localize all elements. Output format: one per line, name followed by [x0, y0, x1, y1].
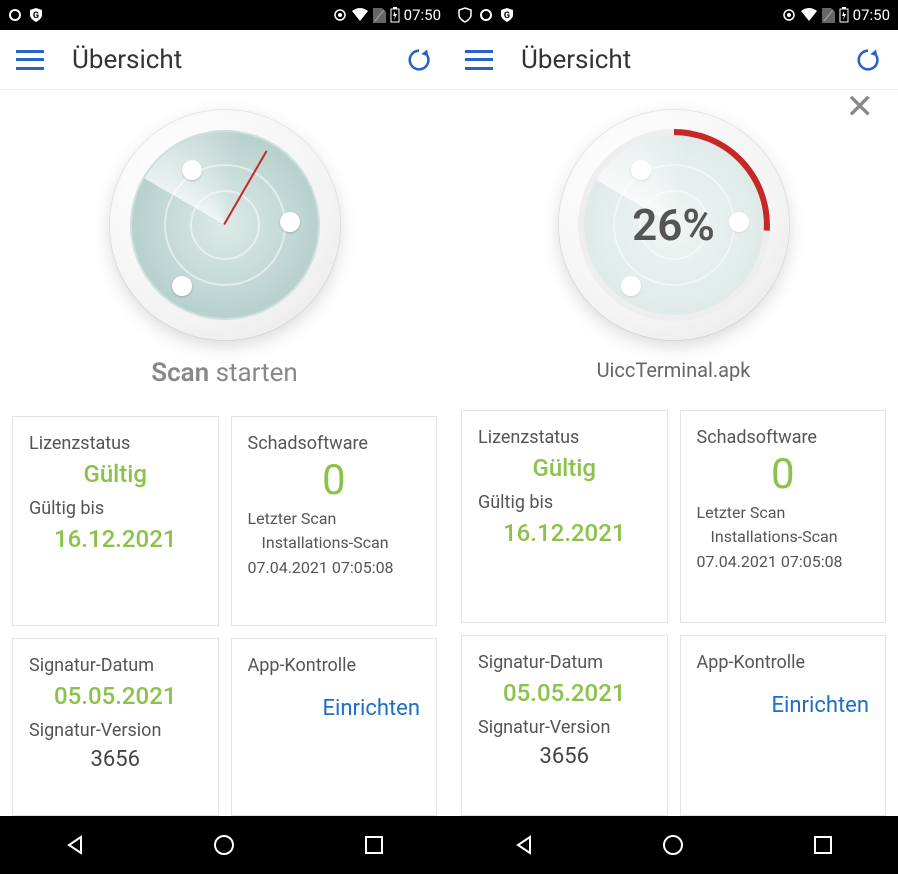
battery-icon	[839, 7, 849, 23]
refresh-button[interactable]	[854, 46, 882, 74]
circle-icon	[479, 8, 493, 22]
tile-signature[interactable]: Signatur-Datum 05.05.2021 Signatur-Versi…	[12, 638, 219, 816]
status-time: 07:50	[404, 6, 441, 24]
home-button[interactable]	[212, 833, 236, 857]
signature-version: 3656	[478, 744, 651, 769]
page-title: Übersicht	[521, 45, 854, 75]
license-status: Gültig	[478, 454, 651, 482]
app-header: Übersicht	[0, 30, 449, 90]
recent-button[interactable]	[811, 833, 835, 857]
svg-text:G: G	[33, 11, 39, 21]
status-left-icons: G	[8, 7, 44, 23]
page-title: Übersicht	[72, 45, 405, 75]
tile-label: Signatur-Version	[478, 717, 651, 738]
signature-date: 05.05.2021	[478, 679, 651, 707]
scan-progress-indicator: 26%	[559, 110, 789, 340]
recent-button[interactable]	[362, 833, 386, 857]
scan-start-button[interactable]	[110, 110, 340, 340]
scan-caption: Scan starten	[0, 358, 449, 388]
last-scan-type: Installations-Scan	[697, 526, 870, 548]
battery-icon	[390, 7, 400, 23]
scan-current-file: UiccTerminal.apk	[449, 358, 898, 382]
back-button[interactable]	[512, 833, 536, 857]
last-scan-type: Installations-Scan	[248, 532, 421, 554]
shield-outline-icon	[457, 7, 473, 23]
tile-license[interactable]: Lizenzstatus Gültig Gültig bis 16.12.202…	[12, 416, 219, 626]
tile-label: App-Kontrolle	[697, 652, 870, 673]
shield-icon: G	[499, 7, 515, 23]
tile-signature[interactable]: Signatur-Datum 05.05.2021 Signatur-Versi…	[461, 635, 668, 816]
tile-license[interactable]: Lizenzstatus Gültig Gültig bis 16.12.202…	[461, 410, 668, 623]
license-until: 16.12.2021	[478, 519, 651, 547]
tiles-grid: Lizenzstatus Gültig Gültig bis 16.12.202…	[449, 400, 898, 816]
target-icon	[333, 8, 347, 22]
tile-label: Signatur-Datum	[478, 652, 651, 673]
status-time: 07:50	[853, 6, 890, 24]
sim-icon	[822, 8, 835, 23]
tile-label: Lizenzstatus	[29, 433, 202, 454]
circle-icon	[8, 8, 22, 22]
tile-label: Signatur-Version	[29, 720, 202, 741]
status-left-icons: G	[457, 7, 515, 23]
status-bar: G 07:50	[449, 0, 898, 30]
malware-count: 0	[248, 460, 421, 502]
scan-cancel-button[interactable]: ✕	[846, 90, 875, 124]
last-scan-time: 07.04.2021 07:05:08	[697, 551, 870, 573]
license-until: 16.12.2021	[29, 525, 202, 553]
app-header: Übersicht	[449, 30, 898, 90]
tile-label: App-Kontrolle	[248, 655, 421, 676]
sim-icon	[373, 8, 386, 23]
status-bar: G 07:50	[0, 0, 449, 30]
scan-percent: 26%	[559, 110, 789, 340]
refresh-button[interactable]	[405, 46, 433, 74]
phone-right: G 07:50 Übersicht ✕	[449, 0, 898, 874]
tile-appcontrol[interactable]: App-Kontrolle Einrichten	[680, 635, 887, 816]
back-button[interactable]	[63, 833, 87, 857]
signature-version: 3656	[29, 747, 202, 772]
last-scan-label: Letzter Scan	[248, 508, 421, 530]
tile-label: Gültig bis	[29, 498, 202, 519]
menu-button[interactable]	[16, 50, 44, 70]
tiles-grid: Lizenzstatus Gültig Gültig bis 16.12.202…	[0, 406, 449, 816]
appcontrol-setup-link[interactable]: Einrichten	[248, 682, 421, 721]
tile-malware[interactable]: Schadsoftware 0 Letzter Scan Installatio…	[680, 410, 887, 623]
svg-text:G: G	[504, 11, 510, 21]
malware-count: 0	[697, 454, 870, 496]
wifi-icon	[800, 8, 818, 22]
scan-area: ✕ 26% UiccTerminal.apk	[449, 90, 898, 400]
phone-left: G 07:50 Übersicht	[0, 0, 449, 874]
status-right-icons: 07:50	[333, 6, 441, 24]
tile-malware[interactable]: Schadsoftware 0 Letzter Scan Installatio…	[231, 416, 438, 626]
signature-date: 05.05.2021	[29, 682, 202, 710]
tile-label: Signatur-Datum	[29, 655, 202, 676]
wifi-icon	[351, 8, 369, 22]
appcontrol-setup-link[interactable]: Einrichten	[697, 679, 870, 718]
menu-button[interactable]	[465, 50, 493, 70]
android-nav-bar	[0, 816, 449, 874]
tile-label: Schadsoftware	[697, 427, 870, 448]
tile-appcontrol[interactable]: App-Kontrolle Einrichten	[231, 638, 438, 816]
target-icon	[782, 8, 796, 22]
status-right-icons: 07:50	[782, 6, 890, 24]
last-scan-label: Letzter Scan	[697, 502, 870, 524]
tile-label: Lizenzstatus	[478, 427, 651, 448]
license-status: Gültig	[29, 460, 202, 488]
shield-icon: G	[28, 7, 44, 23]
android-nav-bar	[449, 816, 898, 874]
last-scan-time: 07.04.2021 07:05:08	[248, 557, 421, 579]
tile-label: Gültig bis	[478, 492, 651, 513]
home-button[interactable]	[661, 833, 685, 857]
tile-label: Schadsoftware	[248, 433, 421, 454]
scan-area: Scan starten	[0, 90, 449, 406]
